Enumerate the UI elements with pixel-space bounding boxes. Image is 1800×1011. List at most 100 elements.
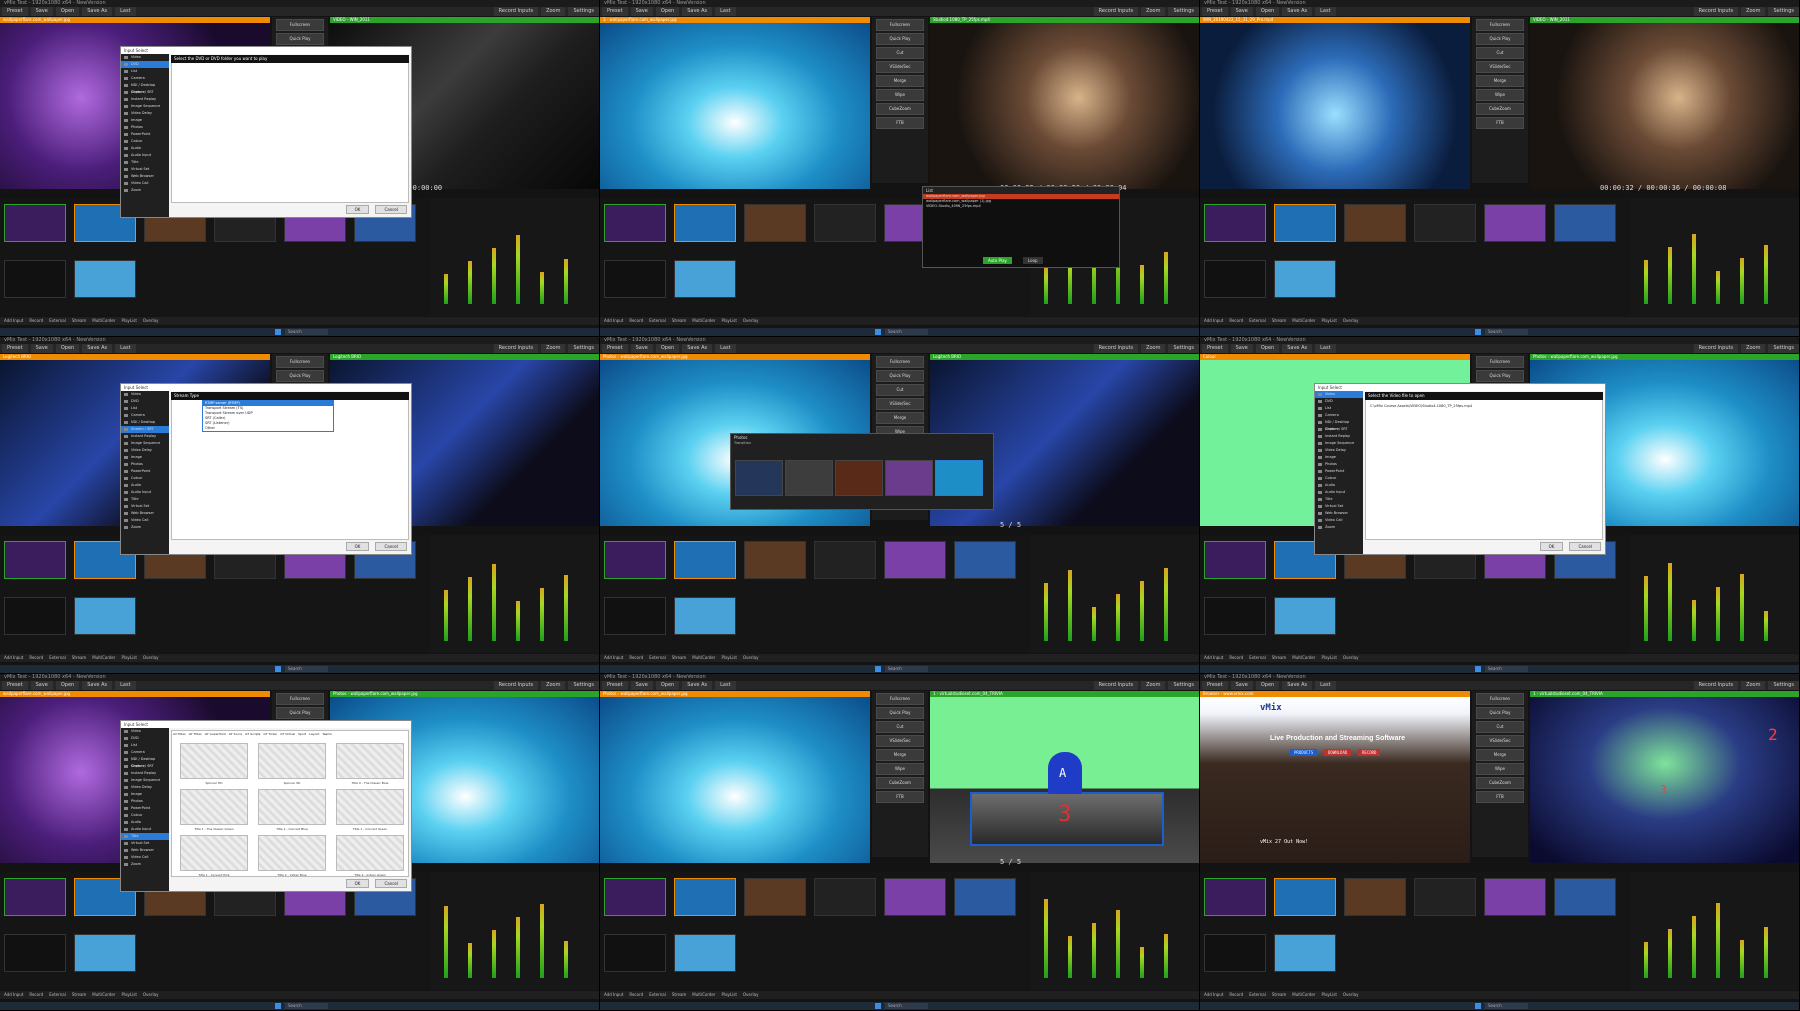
input-type-item[interactable]: Audio Input — [121, 489, 169, 496]
transition-cut-button[interactable]: Cut — [876, 47, 924, 59]
transition-vslide_sec-button[interactable]: VSlide/Sec — [876, 398, 924, 410]
title-template-card[interactable]: Spinner SD — [258, 743, 326, 785]
playlist-button[interactable]: PlayList — [722, 991, 737, 999]
title-tab[interactable]: GT Scripts — [245, 732, 260, 736]
input-type-item[interactable]: Virtual Set — [1315, 503, 1363, 510]
title-template-card[interactable]: Title 0 - The Classic Blue — [336, 743, 404, 785]
transition-merge-button[interactable]: Merge — [876, 412, 924, 424]
menu-preset-button[interactable]: Preset — [602, 344, 628, 353]
add-input-button[interactable]: Add Input — [604, 317, 623, 325]
taskbar-search[interactable]: Search — [1485, 329, 1528, 335]
input-thumbnail[interactable] — [604, 204, 666, 242]
multicorder-button[interactable]: MultiCorder — [1292, 991, 1315, 999]
windows-start-icon[interactable] — [275, 666, 281, 672]
transition-merge-button[interactable]: Merge — [1476, 749, 1524, 761]
transition-fullscreen-button[interactable]: Fullscreen — [1476, 19, 1524, 31]
menu-zoom-button[interactable]: Zoom — [1141, 344, 1166, 353]
input-thumbnail[interactable] — [1484, 204, 1546, 242]
multicorder-button[interactable]: MultiCorder — [1292, 654, 1315, 662]
transition-quick_play-button[interactable]: Quick Play — [276, 33, 324, 45]
input-type-item[interactable]: Title — [121, 159, 169, 166]
overlay-button[interactable]: Overlay — [743, 991, 759, 999]
multicorder-button[interactable]: MultiCorder — [1292, 317, 1315, 325]
windows-start-icon[interactable] — [1475, 1003, 1481, 1009]
input-type-item[interactable]: Image Sequence — [121, 440, 169, 447]
input-thumbnail[interactable] — [1204, 541, 1266, 579]
stream-type-dropdown[interactable]: RTMP server (RTMP) Transport Stream (TS) T… — [202, 400, 334, 432]
menu-preset-button[interactable]: Preset — [1202, 7, 1228, 16]
input-type-item[interactable]: Web Browser — [121, 510, 169, 517]
input-type-item[interactable]: Photos — [121, 461, 169, 468]
stream-button[interactable]: Stream — [72, 654, 86, 662]
menu-save_as-button[interactable]: Save As — [682, 7, 713, 16]
input-type-item[interactable]: Zoom — [1315, 524, 1363, 531]
title-template-card[interactable]: Title 1 - The Classic Green — [180, 789, 248, 831]
input-type-item[interactable]: Audio Input — [1315, 489, 1363, 496]
list-loop-button[interactable]: Loop — [1023, 257, 1043, 264]
overlay-button[interactable]: Overlay — [1343, 991, 1359, 999]
menu-open-button[interactable]: Open — [1255, 7, 1280, 16]
menu-zoom-button[interactable]: Zoom — [1741, 344, 1766, 353]
menu-record_inputs-button[interactable]: Record Inputs — [1693, 344, 1739, 353]
transition-fullscreen-button[interactable]: Fullscreen — [876, 19, 924, 31]
add-input-button[interactable]: Add Input — [604, 991, 623, 999]
title-template-card[interactable]: Title 2 - Indian Blue — [258, 835, 326, 877]
taskbar-search[interactable]: Search — [885, 666, 928, 672]
add-input-button[interactable]: Add Input — [1204, 991, 1223, 999]
menu-preset-button[interactable]: Preset — [2, 7, 28, 16]
transition-merge-button[interactable]: Merge — [1476, 75, 1524, 87]
menu-save-button[interactable]: Save — [30, 681, 53, 690]
input-thumbnail[interactable] — [604, 260, 666, 298]
stream-button[interactable]: Stream — [72, 991, 86, 999]
input-type-item[interactable]: Video Delay — [121, 110, 169, 117]
input-type-item[interactable]: Instant Replay — [1315, 433, 1363, 440]
transition-wipe-button[interactable]: Wipe — [876, 763, 924, 775]
transition-cube_zoom-button[interactable]: CubeZoom — [876, 103, 924, 115]
stream-button[interactable]: Stream — [1272, 654, 1286, 662]
multicorder-button[interactable]: MultiCorder — [692, 317, 715, 325]
taskbar-search[interactable]: Search — [885, 1003, 928, 1009]
overlay-button[interactable]: Overlay — [743, 654, 759, 662]
input-type-item[interactable]: Image — [121, 117, 169, 124]
menu-settings-button[interactable]: Settings — [568, 344, 599, 353]
input-thumbnail[interactable] — [4, 878, 66, 916]
input-type-item[interactable]: Camera — [1315, 412, 1363, 419]
input-thumbnail[interactable] — [1204, 934, 1266, 972]
input-type-item[interactable]: Colour — [121, 812, 169, 819]
title-tab[interactable]: GT Ticker — [263, 732, 277, 736]
list-item[interactable]: VIDEO-Studio_4096_25fps.mp4 — [923, 204, 1119, 209]
transition-fullscreen-button[interactable]: Fullscreen — [876, 693, 924, 705]
stream-button[interactable]: Stream — [72, 317, 86, 325]
input-type-item[interactable]: PowerPoint — [121, 805, 169, 812]
menu-save_as-button[interactable]: Save As — [82, 344, 113, 353]
playlist-button[interactable]: PlayList — [122, 991, 137, 999]
transition-cut-button[interactable]: Cut — [1476, 47, 1524, 59]
web-download-button[interactable]: DOWNLOAD — [1324, 749, 1352, 756]
overlay-button[interactable]: Overlay — [743, 317, 759, 325]
input-thumbnail[interactable] — [884, 541, 946, 579]
dialog-ok-button[interactable]: OK — [1539, 542, 1564, 551]
input-type-item[interactable]: DVD — [121, 735, 169, 742]
transition-ftb-button[interactable]: FTB — [1476, 117, 1524, 129]
menu-settings-button[interactable]: Settings — [568, 681, 599, 690]
input-type-item[interactable]: NDI / Desktop Capture — [121, 756, 169, 768]
title-tab[interactable]: GT Score — [229, 732, 242, 736]
menu-record_inputs-button[interactable]: Record Inputs — [493, 344, 539, 353]
input-type-item[interactable]: Video Delay — [121, 784, 169, 791]
overlay-button[interactable]: Overlay — [143, 991, 159, 999]
menu-last-button[interactable]: Last — [715, 7, 736, 16]
input-type-item[interactable]: PowerPoint — [1315, 468, 1363, 475]
input-type-item[interactable]: Zoom — [121, 187, 169, 194]
input-type-item[interactable]: Instant Replay — [121, 96, 169, 103]
menu-zoom-button[interactable]: Zoom — [1741, 681, 1766, 690]
dialog-cancel-button[interactable]: Cancel — [1569, 542, 1601, 551]
menu-save-button[interactable]: Save — [1230, 344, 1253, 353]
input-thumbnail[interactable] — [1554, 204, 1616, 242]
input-thumbnail[interactable] — [604, 541, 666, 579]
input-thumbnail[interactable] — [1344, 878, 1406, 916]
input-type-item[interactable]: Audio — [1315, 482, 1363, 489]
input-thumbnail[interactable] — [604, 934, 666, 972]
title-tab[interactable]: GT Titles — [189, 732, 202, 736]
input-type-item[interactable]: Photos — [121, 124, 169, 131]
menu-open-button[interactable]: Open — [1255, 681, 1280, 690]
